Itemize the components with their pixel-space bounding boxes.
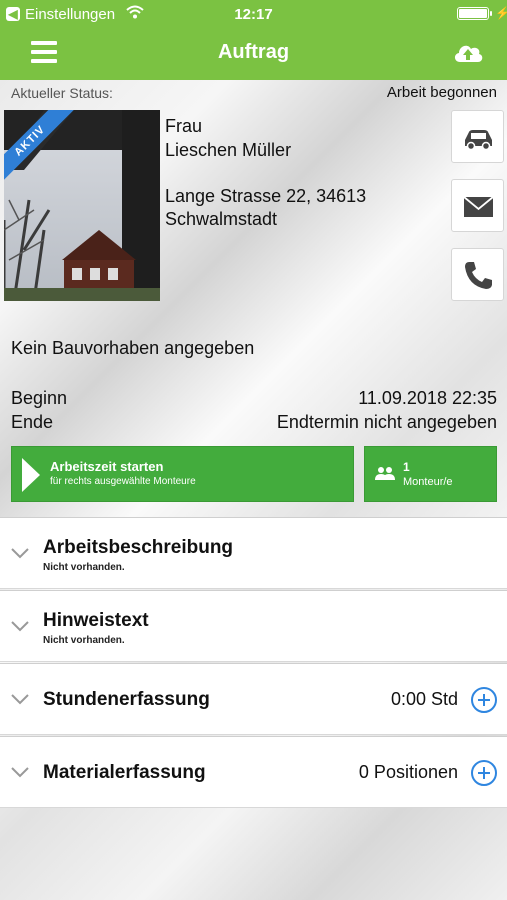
status-value: Arbeit begonnen [386,84,497,101]
app-header: ◀ Einstellungen 12:17 ⚡ Auftrag [0,0,507,80]
car-icon [465,130,492,151]
phone-icon [465,262,492,289]
monteur-label: Monteur/e [403,476,453,488]
customer-name: Lieschen Müller [165,140,292,160]
battery-icon [457,7,489,20]
customer-salutation: Frau [165,116,203,136]
hours-value: 0:00 Std [390,689,458,709]
chevron-down-icon [11,767,29,778]
add-hours-plus-icon[interactable] [471,687,497,713]
begin-label: Beginn [11,388,68,408]
call-button[interactable] [451,248,504,301]
chevron-down-icon [11,548,29,559]
section-hinweistext[interactable]: Hinweistext Nicht vorhanden. [0,590,507,662]
project-info: Kein Bauvorhaben angegeben [11,338,255,358]
chevron-down-icon [11,621,29,632]
section-arbeitsbeschreibung[interactable]: Arbeitsbeschreibung Nicht vorhanden. [0,517,507,589]
status-bar: ◀ Einstellungen 12:17 ⚡ [0,0,507,28]
section-subtitle: Nicht vorhanden. [43,562,125,573]
select-monteur-button[interactable]: 1 Monteur/e [364,446,497,502]
start-worktime-sublabel: für rechts ausgewählte Monteure [50,476,196,487]
charging-icon: ⚡ [495,6,507,20]
email-button[interactable] [451,179,504,232]
customer-street: Lange Strasse 22, 34613 [165,186,367,206]
begin-value: 11.09.2018 22:35 [358,388,497,408]
start-worktime-button[interactable]: Arbeitszeit starten für rechts ausgewähl… [11,446,354,502]
section-subtitle: Nicht vorhanden. [43,635,125,646]
people-icon [375,467,395,480]
order-photo[interactable]: AKTIV [4,110,160,301]
chevron-down-icon [11,694,29,705]
section-materialerfassung[interactable]: Materialerfassung 0 Positionen [0,736,507,808]
monteur-count: 1 [403,460,410,474]
battery-nub [490,11,492,16]
cloud-upload-icon[interactable] [452,40,484,64]
add-material-plus-icon[interactable] [471,760,497,786]
section-title: Hinweistext [43,610,149,631]
material-value: 0 Positionen [358,762,458,782]
section-title: Arbeitsbeschreibung [43,537,234,558]
section-stundenerfassung[interactable]: Stundenerfassung 0:00 Std [0,663,507,735]
end-value: Endtermin nicht angegeben [276,412,497,432]
navigate-button[interactable] [451,110,504,163]
mail-icon [463,196,494,217]
status-label: Aktueller Status: [11,85,113,101]
section-title: Materialerfassung [43,762,206,783]
clock: 12:17 [234,6,273,23]
customer-city: Schwalmstadt [165,209,278,229]
page-title: Auftrag [217,41,290,63]
play-icon [22,458,40,492]
end-label: Ende [11,412,54,432]
section-title: Stundenerfassung [43,689,210,710]
start-worktime-label: Arbeitszeit starten [50,459,164,474]
